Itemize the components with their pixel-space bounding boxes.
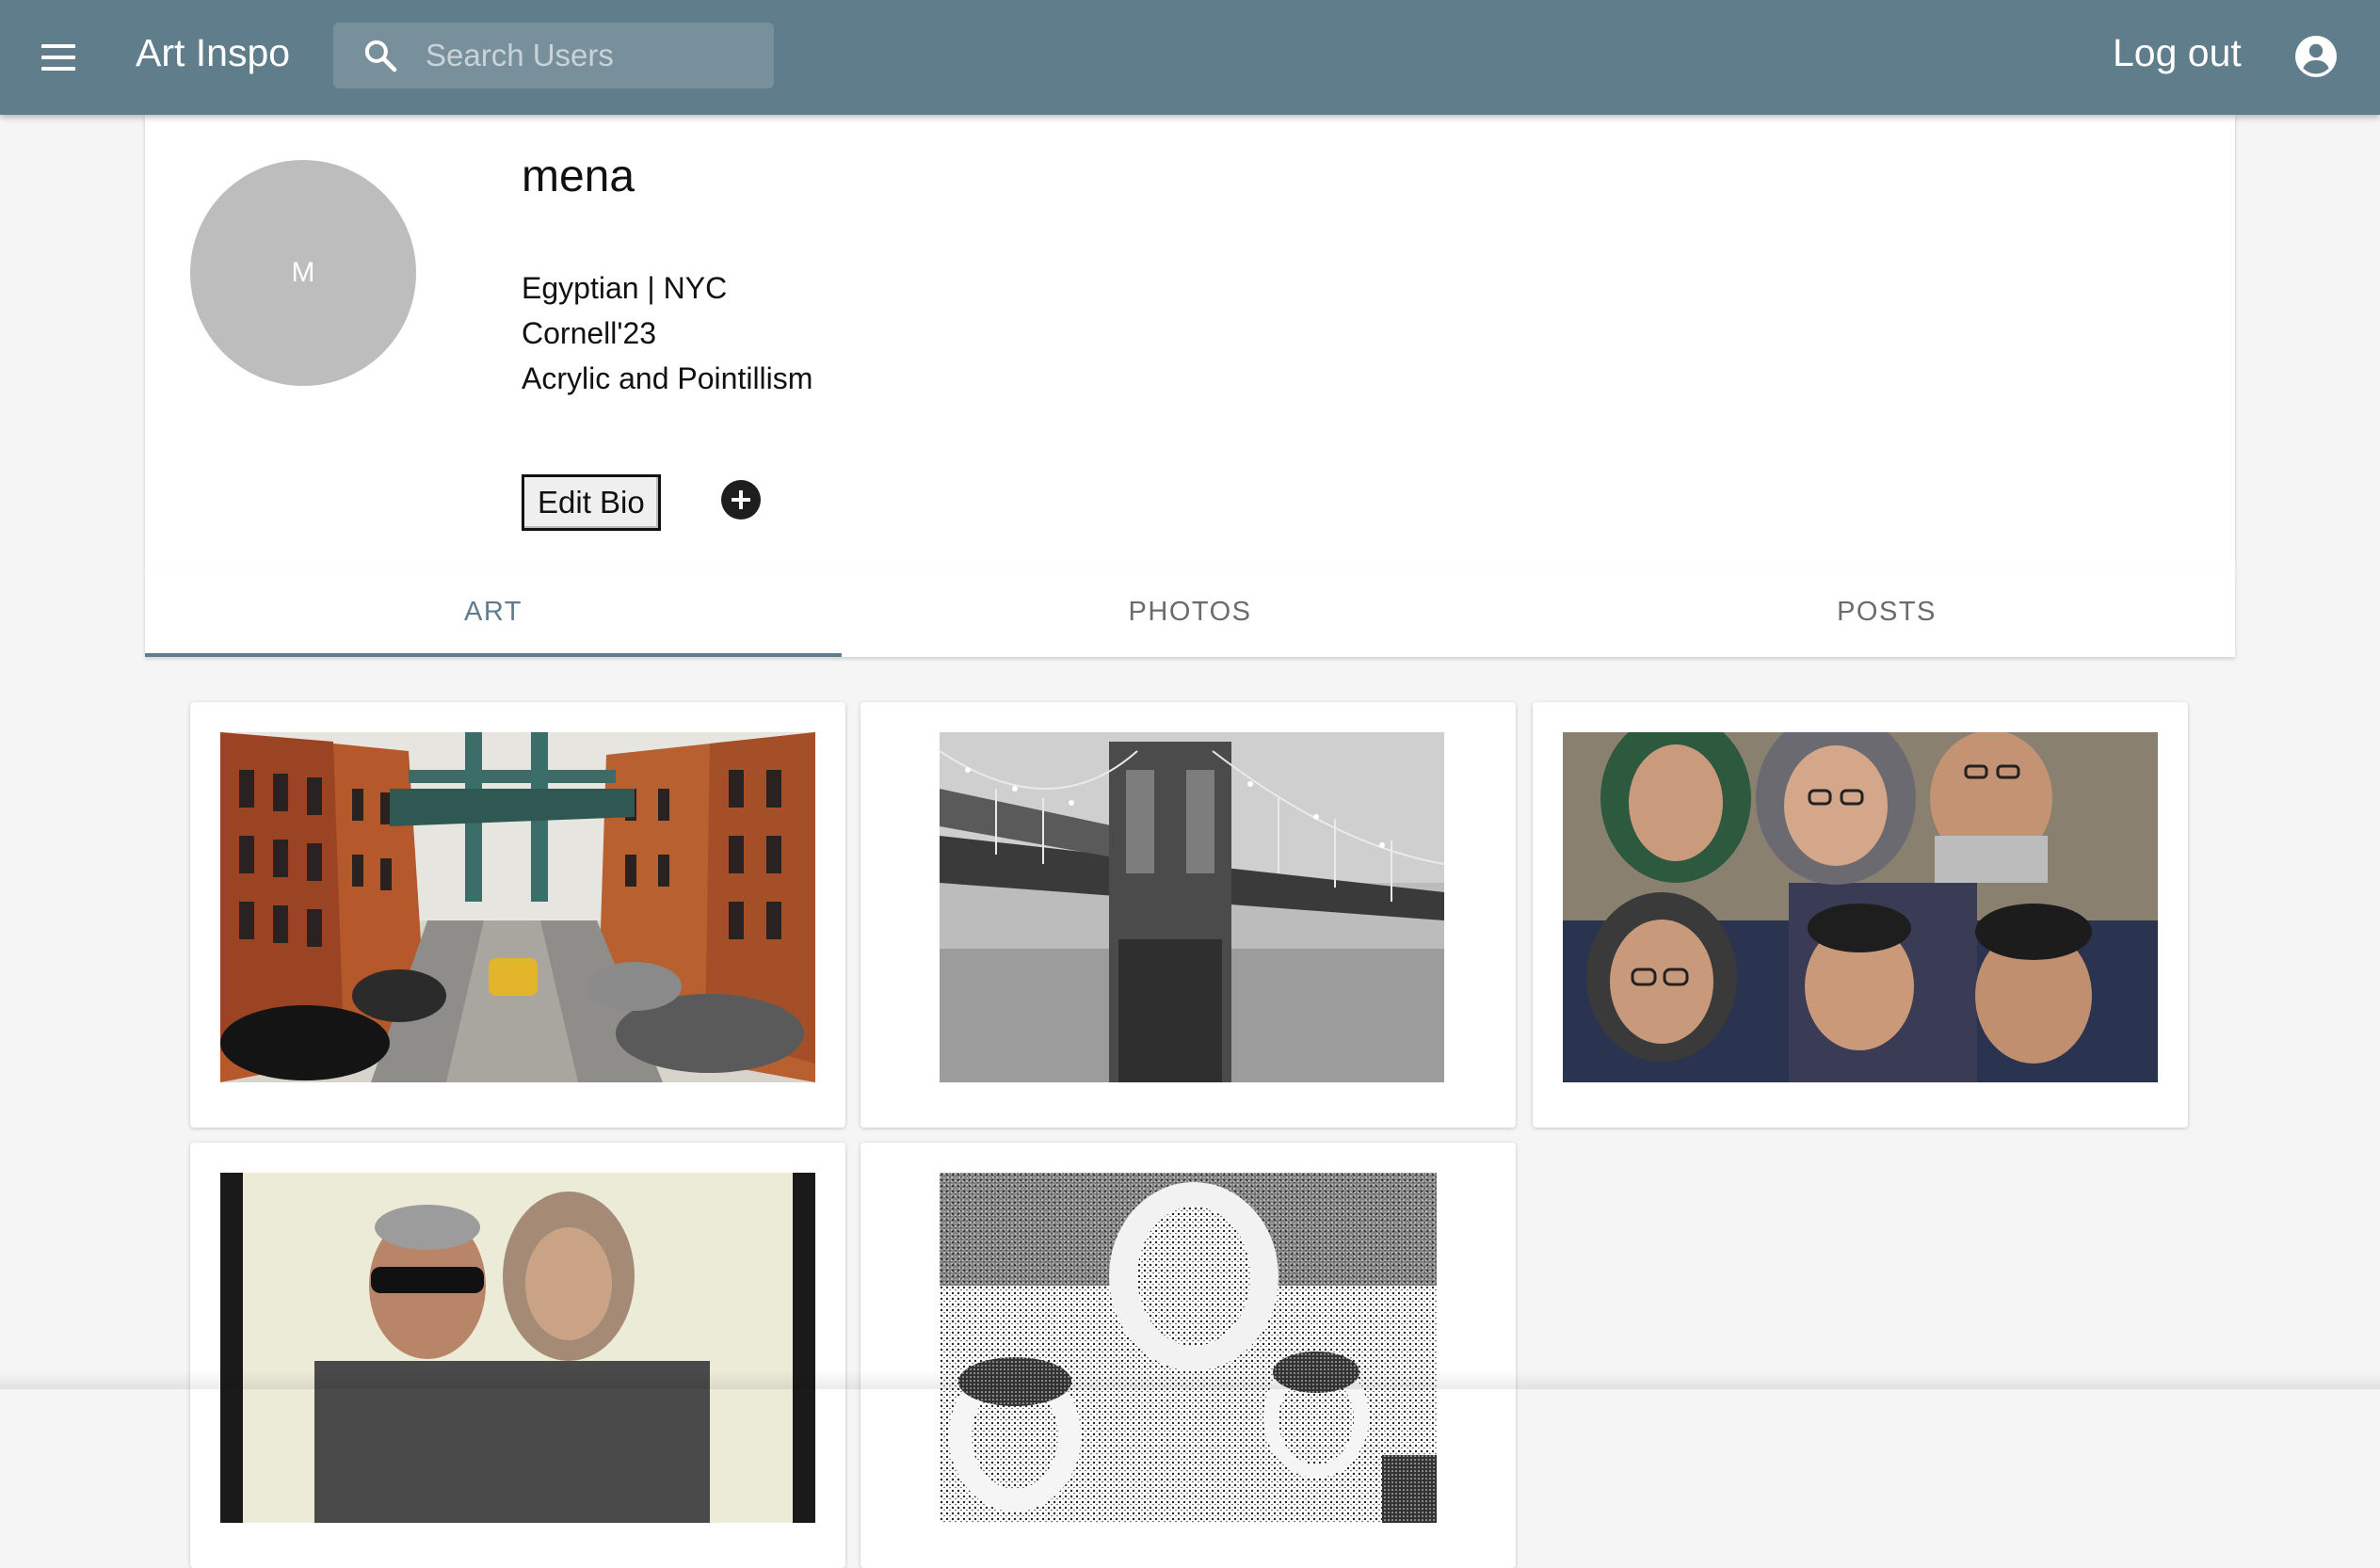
bio-line: Egyptian | NYC: [522, 271, 728, 305]
art-card[interactable]: [190, 1143, 845, 1568]
search-input[interactable]: [424, 34, 753, 77]
art-card[interactable]: [860, 1143, 1516, 1568]
profile-bio: Egyptian | NYC Cornell'23 Acrylic and Po…: [522, 265, 812, 401]
brooklyn-bridge-grayscale-painting[interactable]: [940, 732, 1444, 1082]
tab-photos[interactable]: PHOTOS: [842, 567, 1538, 657]
add-circle-icon[interactable]: [721, 480, 761, 520]
tab-art[interactable]: ART: [145, 567, 842, 657]
bio-line: Acrylic and Pointillism: [522, 361, 813, 395]
manhattan-bridge-street-painting[interactable]: [220, 732, 815, 1082]
page-bottom-shadow: [0, 1370, 2380, 1389]
logout-button[interactable]: Log out: [2113, 28, 2242, 77]
art-card[interactable]: [1533, 702, 2188, 1128]
art-card[interactable]: [190, 702, 845, 1128]
art-card[interactable]: [860, 702, 1516, 1128]
account-circle-icon[interactable]: [2293, 34, 2339, 79]
search-box[interactable]: [333, 23, 774, 88]
app-title[interactable]: Art Inspo: [136, 28, 290, 77]
edit-bio-button[interactable]: Edit Bio: [522, 474, 661, 531]
menu-icon[interactable]: [38, 39, 75, 76]
tab-posts[interactable]: POSTS: [1538, 567, 2235, 657]
couple-portrait-painting[interactable]: [220, 1173, 815, 1523]
avatar[interactable]: M: [190, 160, 416, 386]
family-portrait-six-faces-painting[interactable]: [1563, 732, 2158, 1082]
bio-line: Cornell'23: [522, 316, 657, 350]
profile-tabs: ART PHOTOS POSTS: [145, 567, 2235, 657]
app-bar: Art Inspo Log out: [0, 0, 2380, 115]
family-pointillism-drawing[interactable]: [940, 1173, 1437, 1523]
profile-username: mena: [522, 152, 635, 201]
search-icon: [364, 40, 397, 72]
profile-card: M mena Egyptian | NYC Cornell'23 Acrylic…: [145, 115, 2235, 567]
